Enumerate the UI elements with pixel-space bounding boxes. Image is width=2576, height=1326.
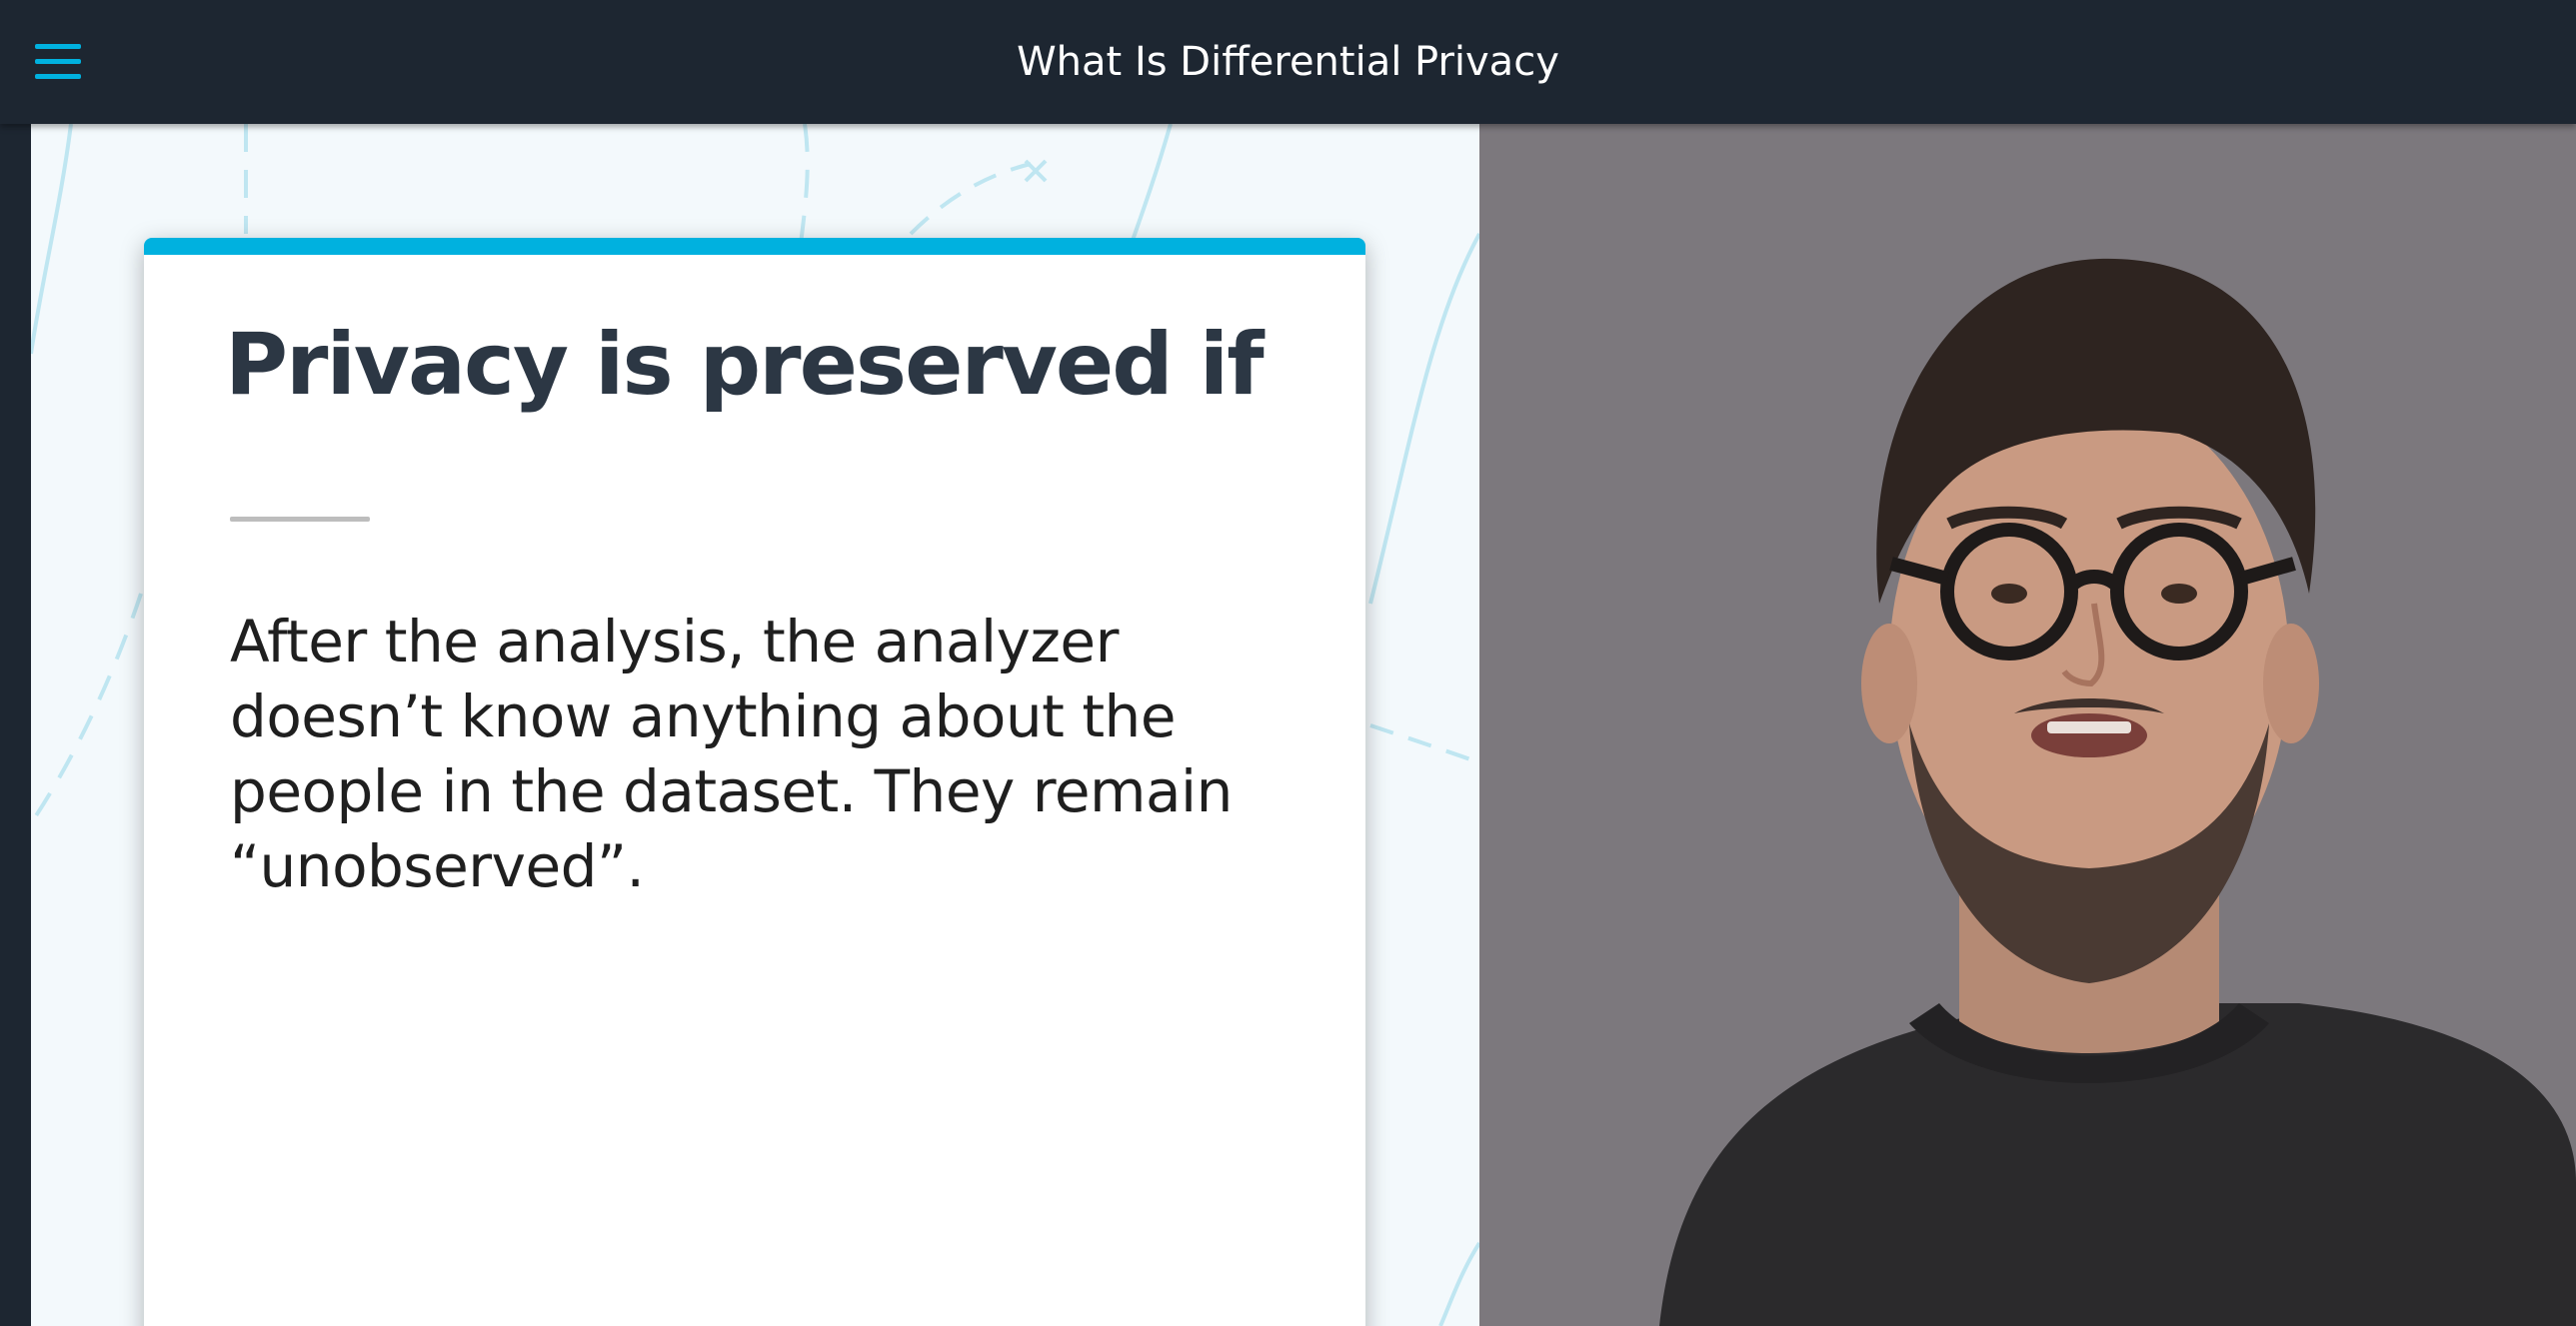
top-bar: What Is Differential Privacy [0,0,2576,124]
presenter-image [1479,124,2576,1326]
lesson-title: What Is Differential Privacy [1017,39,1559,85]
slide-card: Privacy is preserved if After the analys… [144,238,1365,1326]
video-player[interactable]: Privacy is preserved if After the analys… [31,124,2576,1326]
slide-body-text: After the analysis, the analyzer doesn’t… [230,608,1233,900]
slide-heading: Privacy is preserved if [225,315,1265,415]
slide-divider [230,517,370,522]
presenter-video-frame [1479,124,2576,1326]
